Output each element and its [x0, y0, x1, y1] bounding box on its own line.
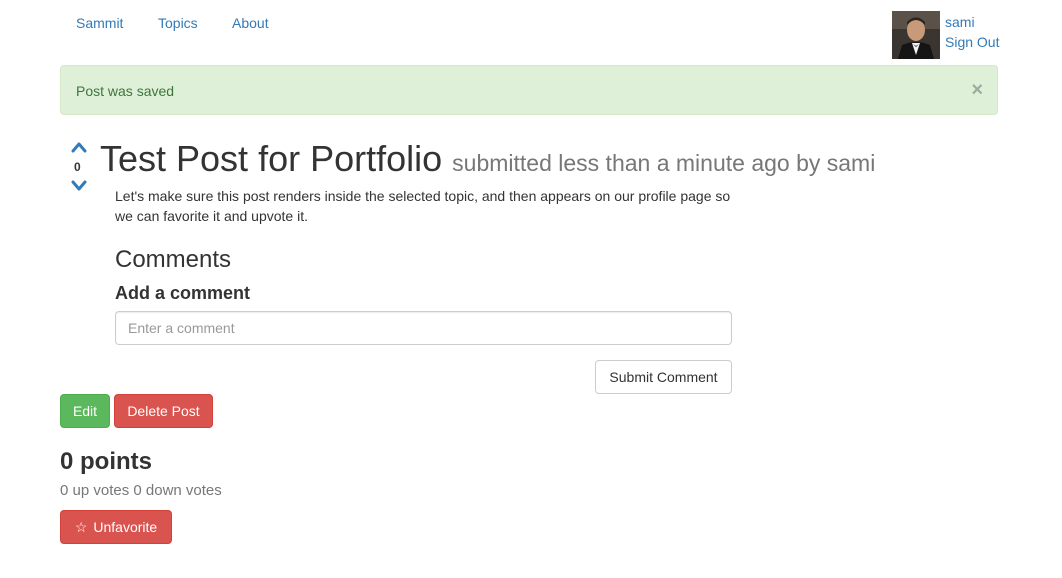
unfavorite-button[interactable]: ☆ Unfavorite [60, 510, 172, 544]
nav-brand-sammit[interactable]: Sammit [76, 14, 123, 32]
post-meta: submitted less than a minute ago by sami [452, 150, 876, 176]
votes-summary: 0 up votes 0 down votes [60, 482, 222, 499]
vote-count: 0 [74, 160, 81, 174]
avatar-photo [892, 11, 940, 59]
star-outline-icon: ☆ [74, 519, 88, 535]
post-body: Let's make sure this post renders inside… [115, 188, 731, 224]
comment-input[interactable] [115, 311, 732, 345]
close-icon[interactable]: × [971, 80, 983, 100]
edit-post-button[interactable]: Edit [60, 394, 110, 428]
submit-comment-button[interactable]: Submit Comment [595, 360, 732, 394]
points-heading: 0 points [60, 448, 153, 475]
nav-topics-link[interactable]: Topics [158, 14, 198, 32]
comments-heading: Comments [115, 246, 232, 273]
sign-out-link[interactable]: Sign Out [945, 33, 999, 51]
success-alert: Post was saved × [60, 65, 998, 115]
alert-message: Post was saved [76, 83, 175, 99]
post-title: Test Post for Portfolio submitted less t… [100, 137, 875, 185]
user-profile-link[interactable]: sami [945, 13, 975, 31]
chevron-down-icon[interactable] [71, 179, 87, 193]
user-avatar[interactable] [892, 11, 940, 59]
delete-post-button[interactable]: Delete Post [114, 394, 213, 428]
nav-about-link[interactable]: About [232, 14, 269, 32]
chevron-up-icon[interactable] [71, 140, 87, 154]
add-comment-label: Add a comment [115, 283, 251, 303]
unfavorite-label: Unfavorite [93, 519, 158, 535]
post-title-text: Test Post for Portfolio [100, 138, 443, 179]
